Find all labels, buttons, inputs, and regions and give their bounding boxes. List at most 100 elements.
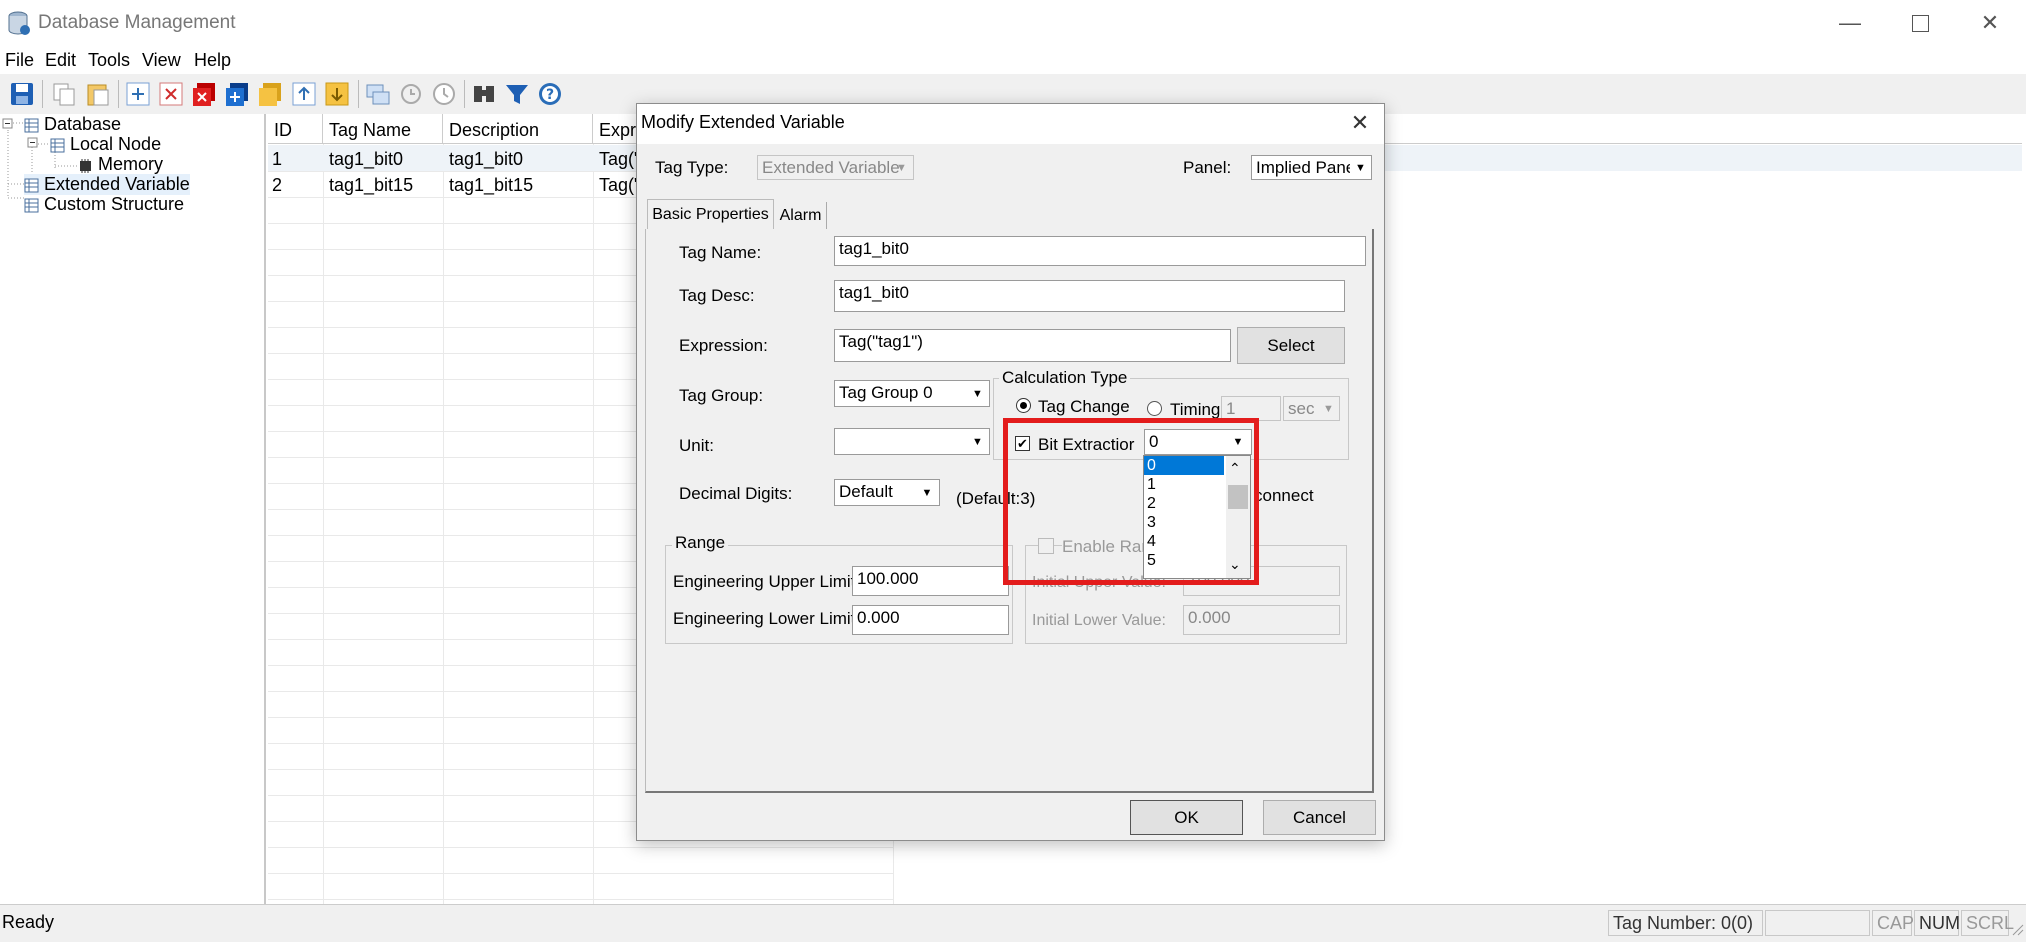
tag-type-label: Tag Type: [655, 158, 729, 177]
tag-name-label: Tag Name: [679, 243, 762, 262]
chevron-down-icon[interactable]: ▼ [1350, 156, 1371, 179]
new-tag-button[interactable] [223, 80, 251, 108]
status-empty-pane [1765, 910, 1870, 936]
menu-tools[interactable]: Tools [88, 50, 130, 71]
grid-column-line [593, 144, 594, 904]
cell-expression: Tag(" [599, 149, 639, 169]
minimize-button[interactable]: — [1815, 0, 1885, 46]
tag-group-label: Tag Group: [679, 386, 764, 405]
memory-icon [80, 158, 91, 173]
tag-desc-input[interactable]: tag1_bit0 [834, 280, 1345, 312]
svg-text:?: ? [546, 87, 554, 103]
paste-icon [87, 84, 109, 106]
import-icon [259, 83, 281, 106]
save-icon [11, 83, 33, 105]
import-button[interactable] [256, 80, 284, 108]
window-title: Database Management [38, 12, 236, 33]
cell-description: tag1_bit0 [449, 149, 524, 169]
cell-id: 2 [272, 175, 283, 195]
panel-label: Panel: [1183, 158, 1232, 177]
tag-name-input[interactable]: tag1_bit0 [834, 236, 1366, 266]
timing-label: Timing [1170, 400, 1221, 419]
toolbar-separator [464, 80, 465, 108]
tag-change-label: Tag Change [1038, 397, 1130, 416]
table-icon [24, 118, 39, 133]
column-header-description[interactable]: Description [443, 114, 593, 144]
tree-item-custom-structure[interactable]: Custom Structure [24, 194, 184, 215]
toolbar-separator [42, 80, 43, 108]
move-up-button[interactable] [290, 80, 318, 108]
menu-file[interactable]: File [5, 50, 34, 71]
tree-item-local-node[interactable]: Local Node [50, 134, 161, 155]
table-icon [24, 178, 39, 193]
chevron-down-icon[interactable]: ▼ [966, 429, 989, 454]
paste-button[interactable] [84, 80, 112, 108]
ok-button[interactable]: OK [1130, 800, 1243, 835]
cancel-button[interactable]: Cancel [1263, 800, 1376, 835]
delete-all-button[interactable] [190, 80, 218, 108]
engineering-upper-limit-input[interactable]: 100.000 [852, 566, 1009, 596]
menu-view[interactable]: View [142, 50, 181, 71]
expression-input[interactable]: Tag("tag1") [834, 329, 1231, 362]
refresh-button[interactable] [397, 80, 425, 108]
expression-label: Expression: [679, 336, 768, 355]
button-label: OK [1174, 807, 1199, 827]
tree-panel [0, 114, 266, 904]
toolbar-separator [358, 80, 359, 108]
help-button[interactable]: ? [536, 80, 564, 108]
column-header-id[interactable]: ID [268, 114, 323, 144]
tab-label: Alarm [779, 206, 822, 224]
tag-change-radio[interactable] [1016, 398, 1031, 413]
tree-item-database[interactable]: Database [24, 114, 121, 135]
move-down-button[interactable] [323, 80, 351, 108]
cell-id: 1 [272, 149, 283, 169]
status-cap: CAP [1872, 910, 1914, 936]
grid-row-line [268, 873, 893, 874]
filter-button[interactable] [503, 80, 531, 108]
resize-grip-icon[interactable] [2010, 920, 2024, 941]
dialog-title: Modify Extended Variable [641, 112, 845, 132]
add-tag-button[interactable] [124, 80, 152, 108]
chevron-down-icon[interactable]: ▼ [966, 381, 989, 406]
tab-basic-properties[interactable]: Basic Properties [647, 199, 774, 229]
history-button[interactable] [430, 80, 458, 108]
tree-item-memory[interactable]: Memory [78, 154, 163, 175]
tag-group-value: Tag Group 0 [839, 383, 933, 402]
close-icon: ✕ [1350, 110, 1370, 135]
grid-row-line [268, 847, 893, 848]
delete-tag-button[interactable] [157, 80, 185, 108]
close-window-button[interactable]: ✕ [1955, 0, 2025, 46]
dialog-close-button[interactable]: ✕ [1343, 108, 1377, 138]
copy-button[interactable] [50, 80, 78, 108]
find-button[interactable] [470, 80, 498, 108]
save-button[interactable] [8, 80, 36, 108]
title-bar [0, 0, 2026, 46]
group-button[interactable] [364, 80, 392, 108]
engineering-lower-limit-label: Engineering Lower Limit: [673, 609, 861, 628]
engineering-lower-limit-input[interactable]: 0.000 [852, 605, 1009, 635]
tree-label: Custom Structure [44, 194, 185, 214]
initial-lower-value-label: Initial Lower Value: [1032, 612, 1166, 629]
status-scrl: SCRL [1961, 910, 2014, 936]
menu-help[interactable]: Help [194, 50, 231, 71]
chevron-down-icon[interactable]: ▼ [915, 480, 939, 505]
minimize-icon: — [1839, 10, 1861, 35]
decimal-digits-value: Default [839, 482, 893, 501]
status-num: NUM [1914, 910, 1960, 936]
calculation-type-label: Calculation Type [999, 368, 1131, 388]
tab-alarm[interactable]: Alarm [775, 202, 827, 229]
tree-label: Database [44, 114, 122, 134]
clock-icon [433, 83, 455, 105]
add-icon [126, 82, 150, 106]
panel-value: Implied Pane [1256, 158, 1356, 177]
maximize-icon [1911, 14, 1929, 32]
menu-edit[interactable]: Edit [45, 50, 76, 71]
tree-item-extended-variable[interactable]: Extended Variable [24, 174, 190, 195]
grid-column-line [323, 144, 324, 904]
select-button[interactable]: Select [1237, 327, 1345, 364]
cell-tag-name: tag1_bit15 [329, 175, 414, 195]
timing-radio[interactable] [1147, 401, 1162, 416]
toolbar-separator [118, 80, 119, 108]
maximize-button[interactable] [1885, 0, 1955, 46]
column-header-tag-name[interactable]: Tag Name [323, 114, 443, 144]
